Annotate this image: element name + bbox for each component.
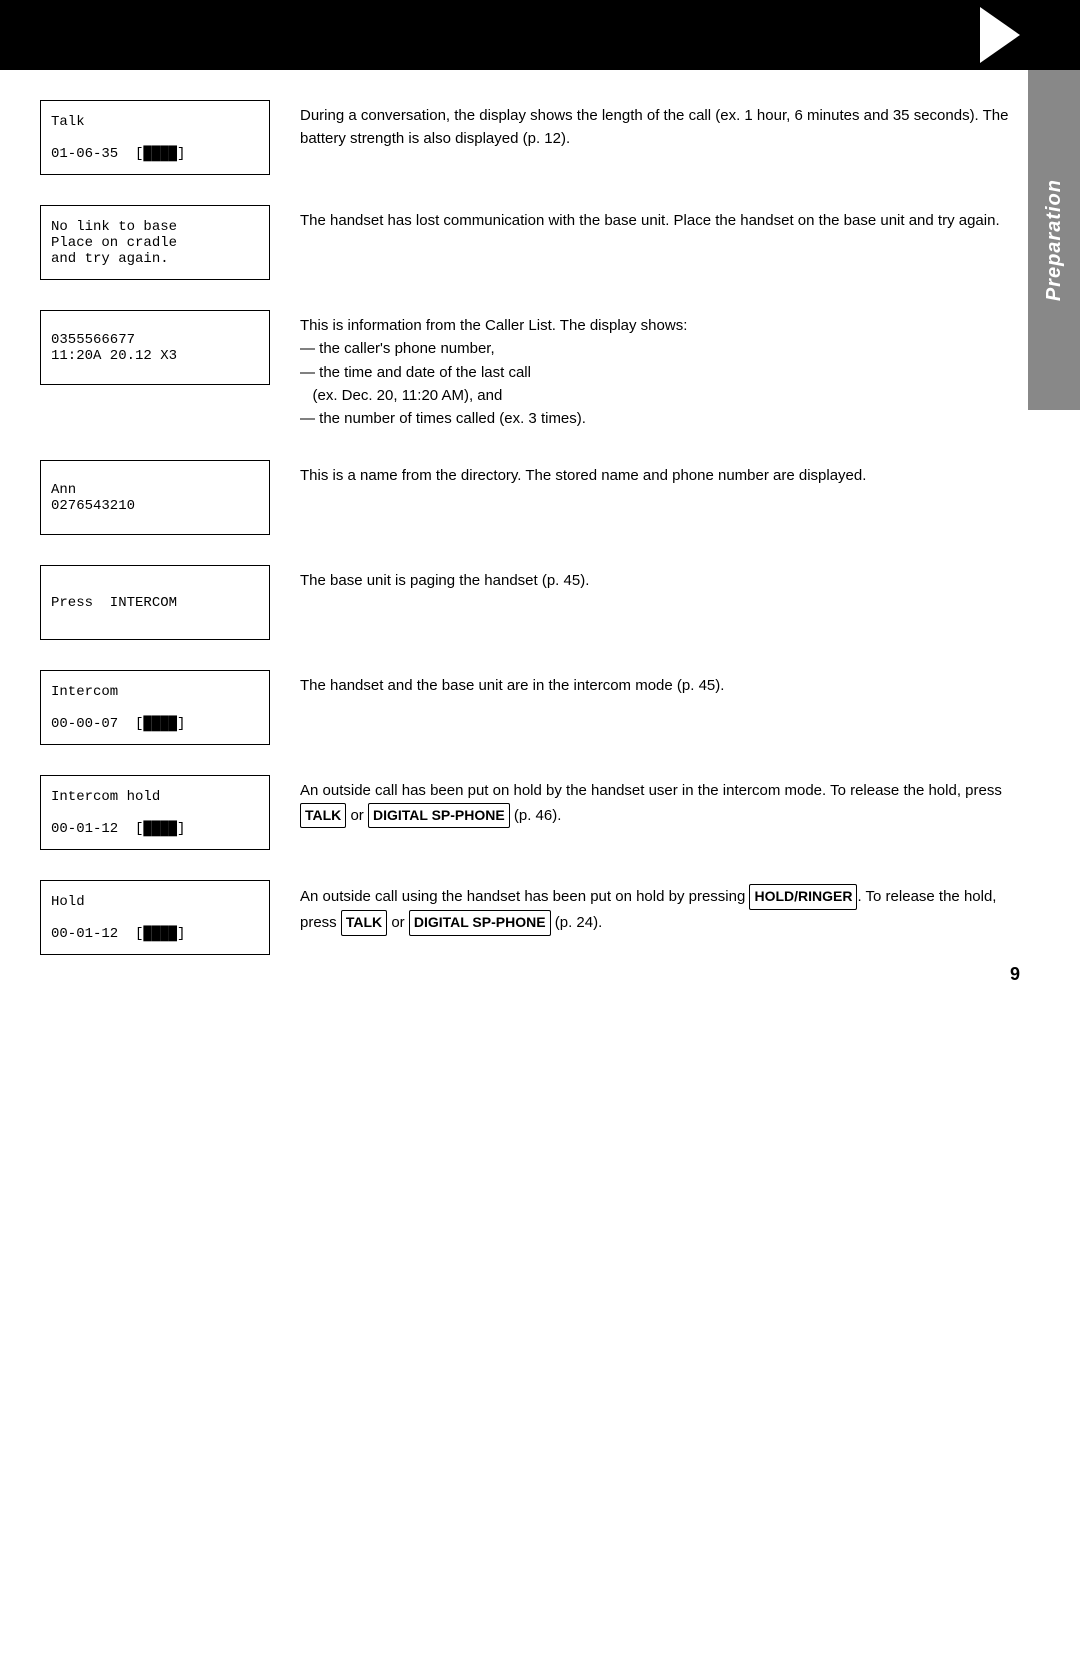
display-line: Press INTERCOM (51, 595, 259, 611)
row-description: An outside call has been put on hold by … (300, 775, 1010, 828)
display-line: 11:20A 20.12 X3 (51, 348, 259, 364)
battery-icon: [████] (135, 926, 185, 942)
row-description: The handset has lost communication with … (300, 205, 1010, 232)
display-line: Talk (51, 114, 259, 130)
press-intercom-display-box: Press INTERCOM (40, 565, 270, 640)
row-description: During a conversation, the display shows… (300, 100, 1010, 151)
display-line: 00-00-07 [████] (51, 716, 259, 732)
table-row: Hold 00-01-12 [████] An outside call usi… (40, 880, 1010, 955)
digital-sp-phone-key: DIGITAL SP-PHONE (409, 910, 551, 936)
display-line (51, 910, 259, 926)
caller-list-display-box: 0355566677 11:20A 20.12 X3 (40, 310, 270, 385)
table-row: Ann 0276543210 This is a name from the d… (40, 460, 1010, 535)
talk-display-box: Talk 01-06-35 [████] (40, 100, 270, 175)
side-tab-label: Preparation (1043, 179, 1066, 301)
row-description: The handset and the base unit are in the… (300, 670, 1010, 697)
table-row: 0355566677 11:20A 20.12 X3 This is infor… (40, 310, 1010, 430)
row-description: This is a name from the directory. The s… (300, 460, 1010, 487)
battery-icon: [████] (135, 821, 185, 837)
row-description: This is information from the Caller List… (300, 310, 1010, 430)
display-line: Place on cradle (51, 235, 259, 251)
no-link-display-box: No link to base Place on cradle and try … (40, 205, 270, 280)
display-line (51, 700, 259, 716)
display-line: 00-01-12 [████] (51, 821, 259, 837)
hold-ringer-key: HOLD/RINGER (749, 884, 857, 910)
preparation-tab: Preparation (1028, 70, 1080, 410)
display-line (51, 130, 259, 146)
table-row: No link to base Place on cradle and try … (40, 205, 1010, 280)
row-description: An outside call using the handset has be… (300, 880, 1010, 935)
display-line: No link to base (51, 219, 259, 235)
hold-display-box: Hold 00-01-12 [████] (40, 880, 270, 955)
battery-icon: [████] (135, 146, 185, 162)
directory-display-box: Ann 0276543210 (40, 460, 270, 535)
arrow-icon (980, 7, 1020, 63)
talk-key: TALK (300, 803, 346, 829)
intercom-hold-display-box: Intercom hold 00-01-12 [████] (40, 775, 270, 850)
display-line: Ann (51, 482, 259, 498)
digital-sp-phone-key: DIGITAL SP-PHONE (368, 803, 510, 829)
display-line: 00-01-12 [████] (51, 926, 259, 942)
table-row: Intercom hold 00-01-12 [████] An outside… (40, 775, 1010, 850)
display-line: Intercom (51, 684, 259, 700)
table-row: Press INTERCOM The base unit is paging t… (40, 565, 1010, 640)
table-row: Talk 01-06-35 [████] During a conversati… (40, 100, 1010, 175)
display-line: Hold (51, 894, 259, 910)
main-content: Talk 01-06-35 [████] During a conversati… (0, 70, 1080, 1015)
page-number: 9 (1010, 964, 1020, 985)
display-line: and try again. (51, 251, 259, 267)
table-row: Intercom 00-00-07 [████] The handset and… (40, 670, 1010, 745)
row-description: The base unit is paging the handset (p. … (300, 565, 1010, 592)
display-line: 01-06-35 [████] (51, 146, 259, 162)
display-line: 0276543210 (51, 498, 259, 514)
intercom-display-box: Intercom 00-00-07 [████] (40, 670, 270, 745)
battery-icon: [████] (135, 716, 185, 732)
display-line: Intercom hold (51, 789, 259, 805)
display-line (51, 805, 259, 821)
top-banner (0, 0, 1080, 70)
talk-key: TALK (341, 910, 387, 936)
display-line: 0355566677 (51, 332, 259, 348)
